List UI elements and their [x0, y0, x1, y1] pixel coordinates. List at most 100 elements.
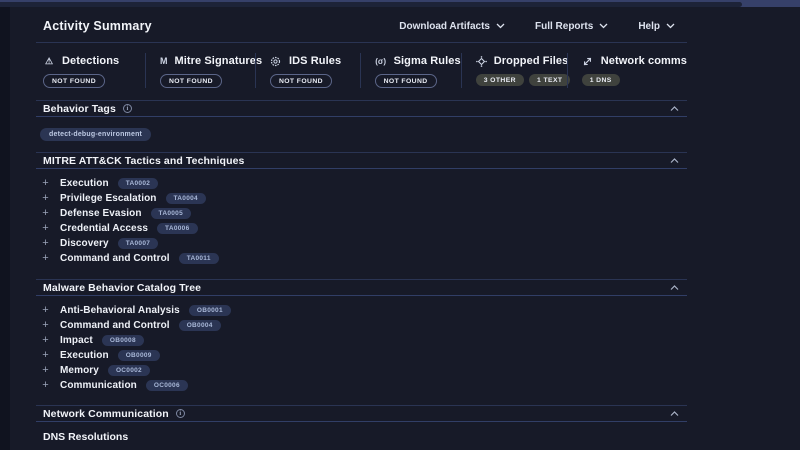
status-badge: NOT FOUND: [43, 74, 105, 88]
tactic-code-pill: TA0004: [165, 192, 206, 205]
card-detections-label: Detections: [62, 55, 120, 67]
page-header: Activity Summary Download Artifacts Full…: [36, 7, 687, 43]
count-badge: 1 TEXT: [528, 74, 571, 86]
chevron-up-icon: [670, 157, 679, 163]
full-reports-label: Full Reports: [534, 20, 594, 32]
tree-row-communication[interactable]: + Communication OC0006: [40, 378, 687, 393]
tree-row-discovery[interactable]: + Discovery TA0007: [40, 236, 687, 251]
expand-plus-icon: +: [42, 222, 49, 234]
tree-row-defense-evasion[interactable]: + Defense Evasion TA0005: [40, 206, 687, 221]
collapse-section-button[interactable]: [668, 156, 681, 166]
card-network-comms: Network comms 1 DNS: [566, 53, 687, 88]
mitre-attack-tree: + Execution TA0002 + Privilege Escalatio…: [36, 169, 687, 273]
behavior-label: Execution: [60, 350, 109, 361]
card-ids-rules: IDS Rules NOT FOUND: [254, 53, 360, 88]
section-mitre-attack: MITRE ATT&CK Tactics and Techniques + Ex…: [36, 152, 687, 273]
tactic-label: Execution: [60, 178, 109, 189]
behavior-tags-header: Behavior Tags i: [36, 100, 687, 117]
tactic-label: Discovery: [60, 238, 109, 249]
tactic-code-pill: TA0007: [117, 237, 159, 250]
count-badge: 3 OTHER: [475, 74, 524, 86]
card-sigma-rules: (σ) Sigma Rules NOT FOUND: [359, 53, 461, 88]
tactic-label: Privilege Escalation: [60, 193, 157, 204]
download-artifacts-menu[interactable]: Download Artifacts: [399, 21, 505, 32]
expand-plus-icon: +: [42, 252, 49, 264]
mitre-m-icon: M: [159, 56, 168, 66]
card-detections: ⚠ Detections NOT FOUND: [36, 53, 145, 88]
card-mitre-signatures-label: Mitre Signatures: [174, 55, 263, 67]
behavior-code-pill: OC0006: [145, 379, 188, 392]
behavior-code-pill: OB0008: [101, 334, 144, 347]
help-label: Help: [638, 20, 660, 32]
download-artifacts-label: Download Artifacts: [399, 20, 490, 32]
behavior-tags-title: Behavior Tags: [43, 102, 116, 115]
behavior-label: Memory: [60, 365, 99, 376]
top-scrollbar-track[interactable]: [0, 0, 800, 7]
chevron-down-icon: [599, 23, 608, 29]
tree-row-command-and-control-mbc[interactable]: + Command and Control OB0004: [40, 318, 687, 333]
mbc-header: Malware Behavior Catalog Tree: [36, 279, 687, 296]
tree-row-execution-mbc[interactable]: + Execution OB0009: [40, 348, 687, 363]
dns-resolutions-heading: DNS Resolutions: [43, 431, 129, 443]
help-menu[interactable]: Help: [638, 21, 675, 32]
network-communication-header: Network Communication i: [36, 405, 687, 422]
chevron-down-icon: [666, 23, 675, 29]
behavior-code-pill: OB0004: [178, 319, 221, 332]
behavior-code-pill: OB0009: [117, 349, 160, 362]
card-ids-rules-label: IDS Rules: [288, 55, 342, 67]
status-badge: NOT FOUND: [159, 74, 222, 88]
collapse-section-button[interactable]: [668, 104, 681, 114]
collapse-section-button[interactable]: [668, 409, 681, 419]
tree-row-credential-access[interactable]: + Credential Access TA0006: [40, 221, 687, 236]
behavior-code-pill: OB0001: [188, 304, 231, 317]
tree-row-impact[interactable]: + Impact OB0008: [40, 333, 687, 348]
behavior-label: Anti-Behavioral Analysis: [60, 305, 180, 316]
tactic-label: Defense Evasion: [60, 208, 142, 219]
info-icon[interactable]: i: [122, 104, 132, 113]
mbc-tree: + Anti-Behavioral Analysis OB0001 + Comm…: [36, 296, 687, 400]
section-behavior-tags: Behavior Tags i detect-debug-environment: [36, 100, 687, 150]
sigma-icon: (σ): [375, 56, 386, 66]
page-title: Activity Summary: [43, 19, 152, 33]
full-reports-menu[interactable]: Full Reports: [535, 21, 608, 32]
collapse-section-button[interactable]: [668, 283, 681, 293]
expand-plus-icon: +: [42, 334, 49, 346]
section-malware-behavior-catalog: Malware Behavior Catalog Tree + Anti-Beh…: [36, 279, 687, 400]
tree-row-memory[interactable]: + Memory OC0002: [40, 363, 687, 378]
tactic-label: Command and Control: [60, 253, 170, 264]
expand-plus-icon: +: [42, 379, 49, 391]
tactic-label: Credential Access: [60, 223, 149, 234]
tree-row-privilege-escalation[interactable]: + Privilege Escalation TA0004: [40, 191, 687, 206]
behavior-label: Impact: [60, 335, 93, 346]
tactic-code-pill: TA0002: [117, 177, 159, 190]
tactic-code-pill: TA0006: [157, 222, 198, 235]
mitre-attack-title: MITRE ATT&CK Tactics and Techniques: [43, 154, 245, 167]
warning-triangle-icon: ⚠: [44, 55, 54, 66]
expand-plus-icon: +: [42, 207, 49, 219]
behavior-label: Command and Control: [60, 320, 170, 331]
expand-plus-icon: +: [42, 304, 49, 316]
tree-row-execution[interactable]: + Execution TA0002: [40, 176, 687, 191]
card-dropped-files: Dropped Files 3 OTHER 1 TEXT: [460, 53, 571, 88]
expand-plus-icon: +: [42, 349, 49, 361]
chevron-down-icon: [496, 23, 505, 29]
behavior-tags-body: detect-debug-environment: [36, 117, 687, 150]
behavior-tag[interactable]: detect-debug-environment: [40, 128, 152, 141]
info-icon[interactable]: i: [175, 409, 185, 418]
status-badge: NOT FOUND: [374, 74, 437, 88]
ids-badge-icon: [270, 55, 282, 67]
mbc-title: Malware Behavior Catalog Tree: [43, 281, 202, 294]
left-sidebar-rail: [0, 7, 10, 450]
behavior-label: Communication: [60, 380, 137, 391]
behavior-code-pill: OC0002: [107, 364, 150, 377]
status-badge: NOT FOUND: [269, 74, 332, 88]
network-communication-body: DNS Resolutions telemetry-incoming.r53-2…: [36, 422, 687, 450]
mitre-attack-header: MITRE ATT&CK Tactics and Techniques: [36, 152, 687, 169]
chevron-up-icon: [670, 284, 679, 290]
tactic-code-pill: TA0011: [178, 252, 219, 265]
tree-row-anti-behavioral-analysis[interactable]: + Anti-Behavioral Analysis OB0001: [40, 303, 687, 318]
card-mitre-signatures: M Mitre Signatures NOT FOUND: [144, 53, 262, 88]
expand-plus-icon: +: [42, 177, 49, 189]
tree-row-command-and-control[interactable]: + Command and Control TA0011: [40, 251, 687, 266]
summary-cards: ⚠ Detections NOT FOUND M Mitre Signature…: [36, 43, 687, 100]
